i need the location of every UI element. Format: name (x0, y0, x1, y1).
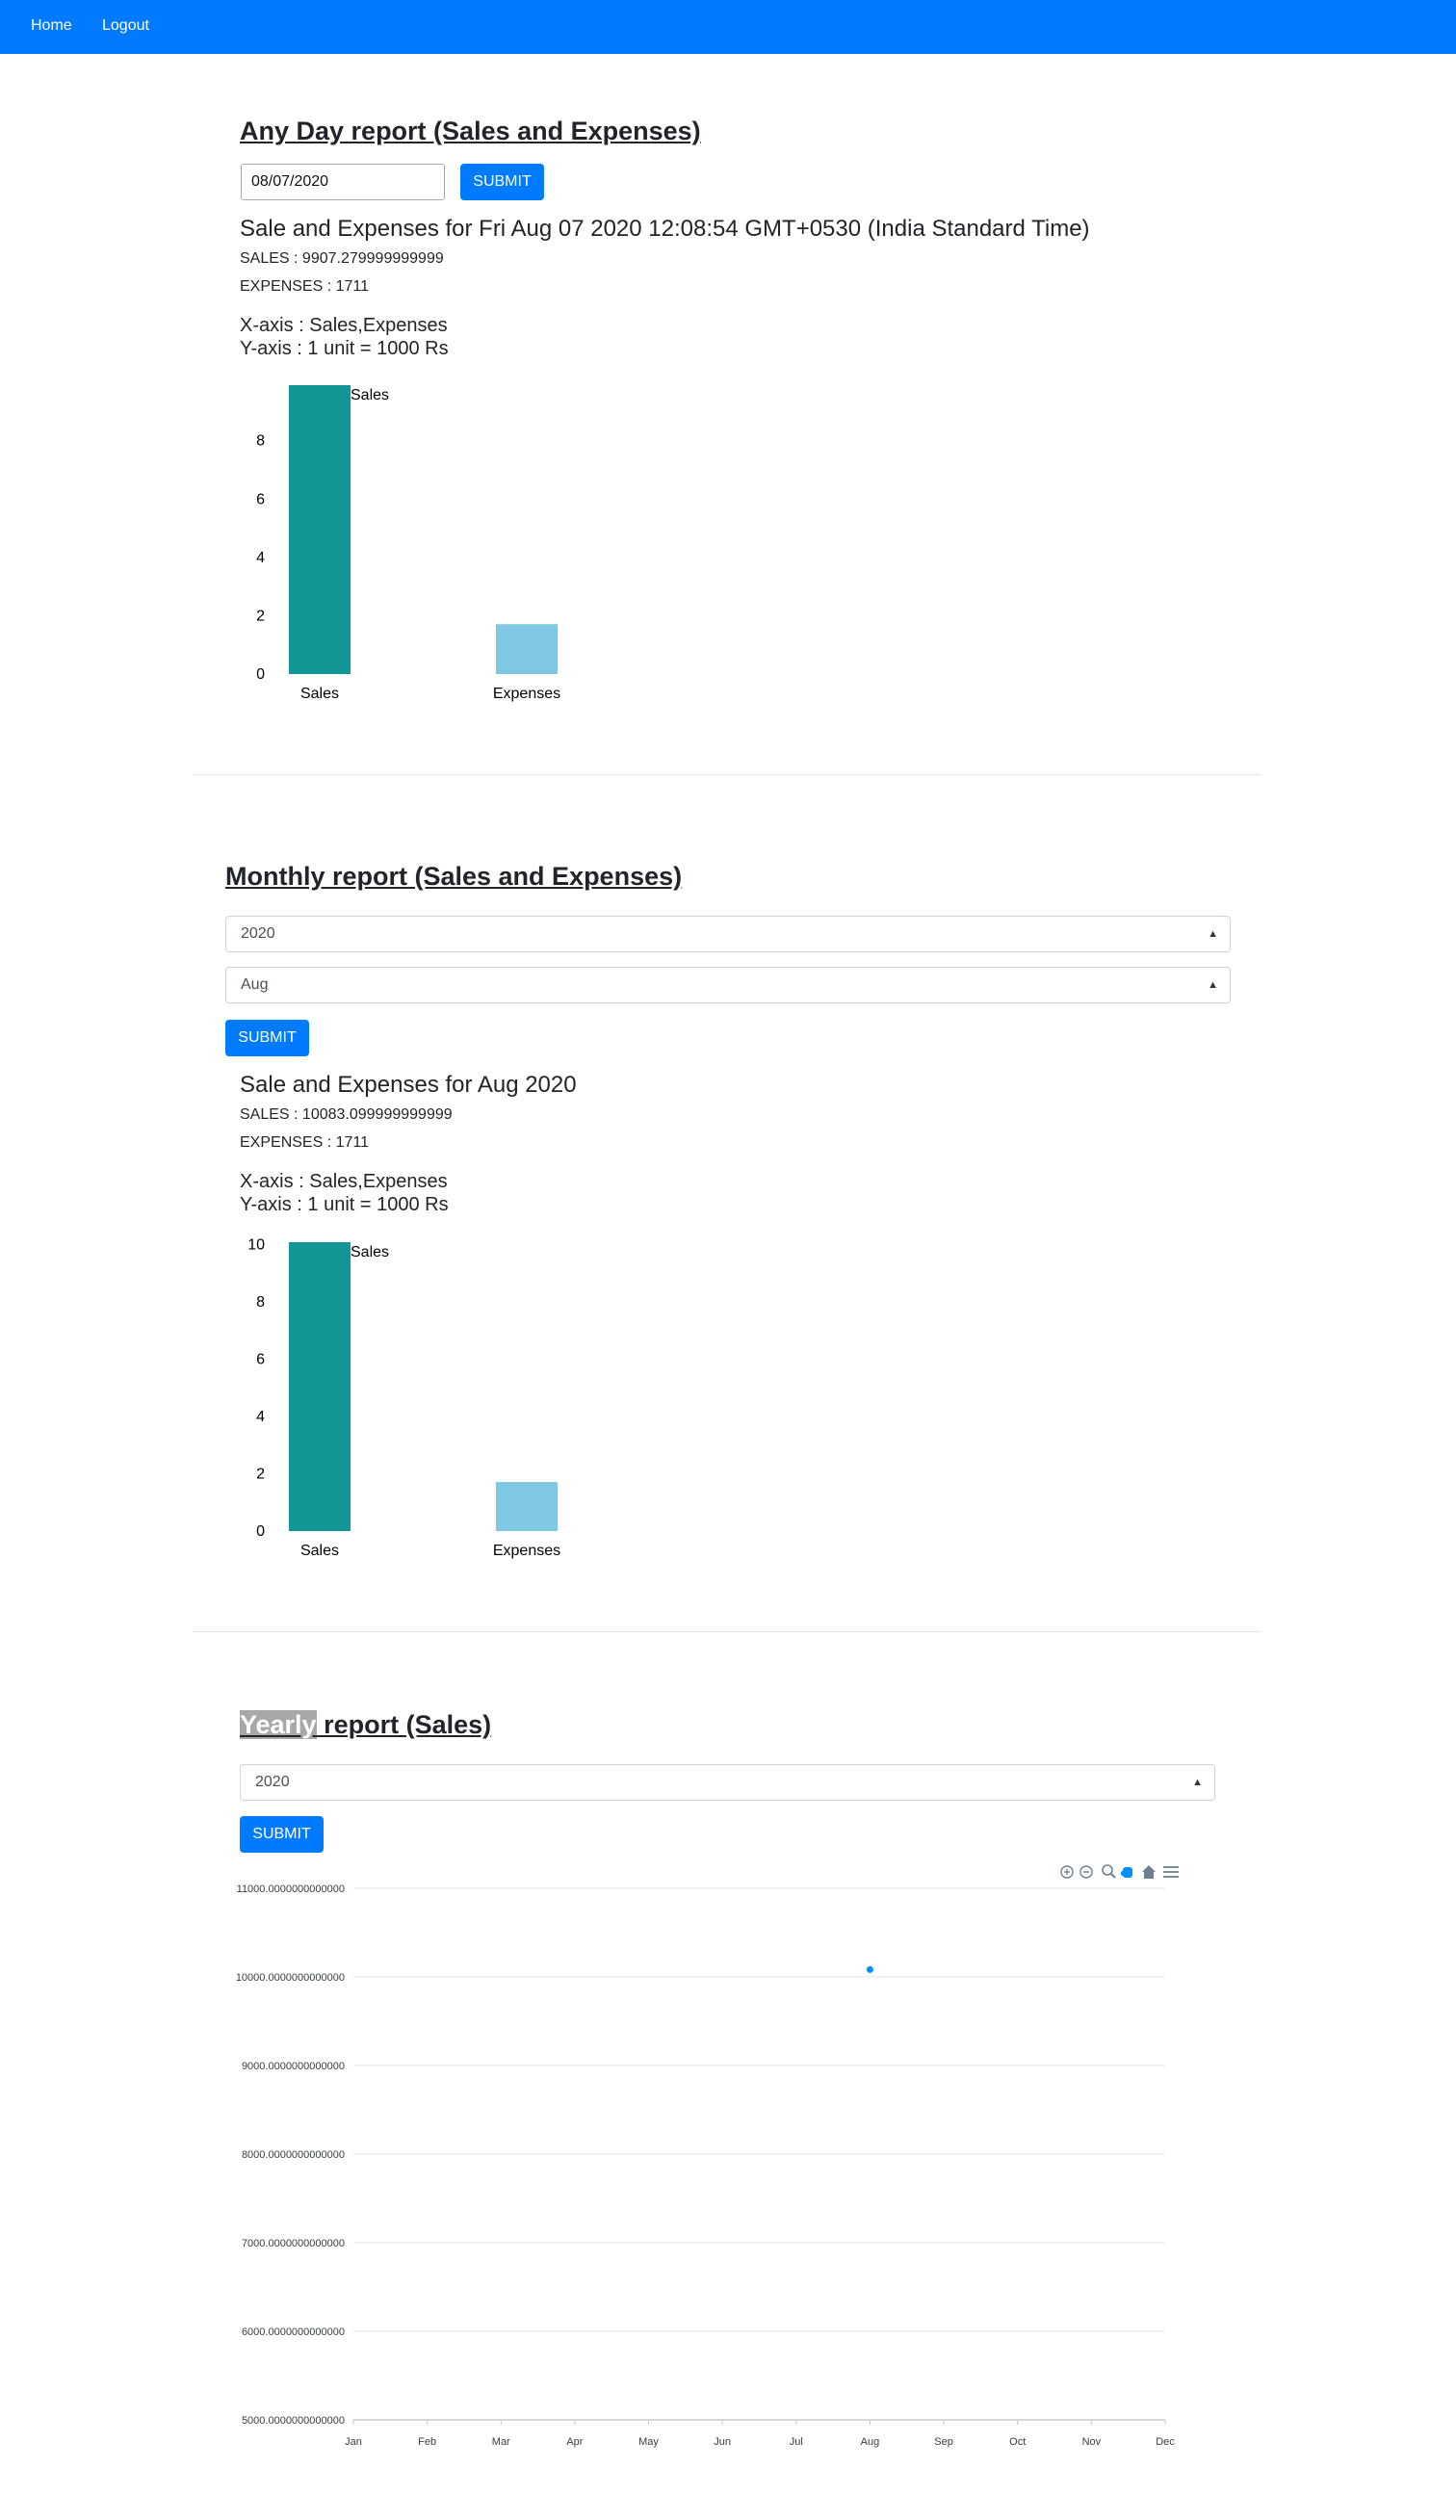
month-month-select[interactable]: Aug ▲ (225, 967, 1231, 1003)
year-select-value: 2020 (255, 1774, 290, 1790)
yearly-xtick-label: Aug (861, 2436, 880, 2448)
month-expenses-text: EXPENSES : 1711 (240, 1134, 369, 1151)
day-ytick-label: 8 (256, 433, 265, 450)
month-bar-data-label: Sales (351, 1244, 389, 1260)
yearly-xtick-label: Dec (1156, 2436, 1175, 2448)
month-ytick-label: 10 (247, 1236, 265, 1253)
day-bar-chart: 0 2 4 6 8 Sales Expenses Sales (256, 385, 560, 702)
month-bar-chart: 0 2 4 6 8 10 Sales Expenses Sales (247, 1236, 560, 1559)
yearly-ytick-label: 6000.0000000000000 (242, 2326, 345, 2338)
month-xtick-label: Sales (300, 1543, 339, 1559)
day-submit-button[interactable]: SUBMIT (460, 164, 544, 200)
yearly-ytick-label: 9000.0000000000000 (242, 2061, 345, 2072)
day-ytick-label: 4 (256, 550, 265, 566)
month-ytick-label: 4 (256, 1409, 265, 1425)
day-result-title: Sale and Expenses for Fri Aug 07 2020 12… (240, 216, 1090, 242)
yearly-xtick-label: Feb (418, 2436, 436, 2448)
day-sales-text: SALES : 9907.279999999999 (240, 250, 444, 267)
month-submit-button[interactable]: SUBMIT (225, 1020, 309, 1056)
month-report-title: Monthly report (Sales and Expenses) (225, 862, 683, 891)
pan-hand-icon[interactable] (1121, 1867, 1132, 1878)
nav-home-link[interactable]: Home (31, 16, 72, 36)
yearly-ytick-label: 10000.0000000000000 (236, 1972, 345, 1984)
month-ytick-label: 6 (256, 1351, 265, 1367)
yearly-xtick-label: Apr (566, 2436, 583, 2448)
month-xtick-label: Expenses (493, 1543, 560, 1559)
month-bar-expenses (496, 1482, 558, 1531)
month-year-select-value: 2020 (241, 925, 275, 942)
yearly-ytick-label: 8000.0000000000000 (242, 2149, 345, 2161)
month-result-title: Sale and Expenses for Aug 2020 (240, 1072, 577, 1098)
zoom-out-icon[interactable] (1079, 1865, 1093, 1879)
home-icon[interactable] (1142, 1865, 1156, 1879)
yearly-data-point (866, 1965, 873, 1973)
select-arrows-icon: ▲ (1208, 979, 1218, 991)
navbar: Home Logout (0, 0, 1456, 54)
month-bar-sales (289, 1242, 351, 1531)
month-ytick-label: 0 (256, 1523, 265, 1540)
section-divider (193, 1631, 1261, 1632)
yearly-xtick-label: Jun (714, 2436, 731, 2448)
day-ytick-label: 2 (256, 608, 265, 624)
menu-icon[interactable] (1163, 1866, 1179, 1878)
yearly-ytick-label: 5000.0000000000000 (242, 2415, 345, 2427)
yearly-xtick-label: Sep (934, 2436, 953, 2448)
zoom-in-icon[interactable] (1060, 1865, 1074, 1879)
zoom-select-icon[interactable] (1102, 1864, 1116, 1879)
day-yaxis-info: Y-axis : 1 unit = 1000 Rs (240, 338, 449, 359)
day-xaxis-info: X-axis : Sales,Expenses (240, 315, 448, 336)
day-report-title: Any Day report (Sales and Expenses) (240, 117, 701, 145)
day-bar-sales (289, 385, 351, 674)
select-arrows-icon: ▲ (1208, 928, 1218, 940)
day-bar-expenses (496, 624, 558, 674)
nav-logout-link[interactable]: Logout (102, 16, 149, 36)
year-select[interactable]: 2020 ▲ (240, 1764, 1215, 1801)
year-title-rest: report (Sales) (316, 1710, 492, 1739)
year-title-highlight: Yearly (240, 1710, 317, 1739)
yearly-xtick-label: May (638, 2436, 659, 2448)
month-sales-text: SALES : 10083.099999999999 (240, 1106, 453, 1123)
yearly-xtick-label: Oct (1009, 2436, 1026, 2448)
month-ytick-label: 8 (256, 1294, 265, 1311)
day-bar-data-label: Sales (351, 387, 389, 403)
month-month-select-value: Aug (241, 976, 269, 993)
date-input[interactable]: 08/07/2020 (241, 164, 445, 200)
year-submit-button[interactable]: SUBMIT (240, 1816, 324, 1853)
select-arrows-icon: ▲ (1192, 1777, 1203, 1788)
day-expenses-text: EXPENSES : 1711 (240, 278, 369, 295)
yearly-ytick-label: 11000.0000000000000 (237, 1884, 345, 1895)
day-ytick-label: 0 (256, 666, 265, 683)
yearly-ytick-label: 7000.0000000000000 (242, 2238, 345, 2249)
yearly-xtick-label: Nov (1082, 2436, 1102, 2448)
month-ytick-label: 2 (256, 1466, 265, 1482)
section-divider (193, 774, 1261, 775)
year-report-title: Yearly report (Sales) (240, 1708, 491, 1741)
month-yaxis-info: Y-axis : 1 unit = 1000 Rs (240, 1194, 449, 1215)
yearly-xtick-label: Jul (790, 2436, 803, 2448)
yearly-xtick-label: Jan (345, 2436, 362, 2448)
month-year-select[interactable]: 2020 ▲ (225, 916, 1231, 952)
day-ytick-label: 6 (256, 491, 265, 507)
yearly-line-chart: 11000.0000000000000 10000.0000000000000 90… (236, 1884, 1175, 2448)
yearly-xtick-label: Mar (492, 2436, 510, 2448)
month-xaxis-info: X-axis : Sales,Expenses (240, 1171, 448, 1192)
day-xtick-label: Sales (300, 686, 339, 702)
day-xtick-label: Expenses (493, 686, 560, 702)
